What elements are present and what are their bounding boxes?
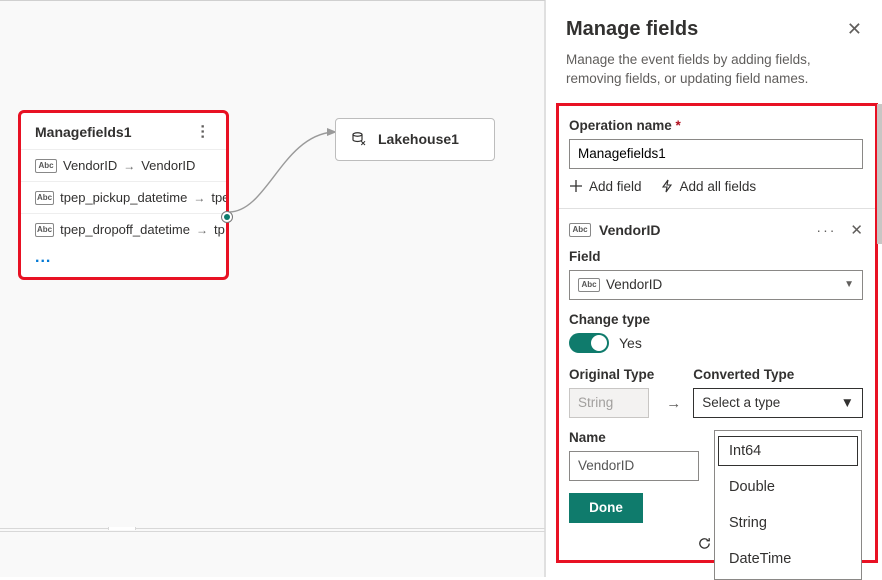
chevron-down-icon: ▼ [841,395,854,410]
panel-subtitle: Manage the event fields by adding fields… [546,45,882,103]
change-type-label: Change type [569,312,863,327]
field-mapping-row: Abc tpep_dropoff_datetime → tp [21,213,226,245]
panel-title: Manage fields [566,18,698,41]
chevron-down-icon: ▼ [844,279,854,290]
converted-type-label: Converted Type [693,367,863,382]
field-dst: VendorID [141,158,195,173]
field-dst: tp [214,222,225,237]
arrow-icon: → [123,159,135,173]
arrow-icon: → [664,395,683,418]
type-badge-icon: Abc [35,191,54,205]
field-mapping-row: Abc VendorID → VendorID [21,149,226,181]
dropdown-option[interactable]: Double [715,469,861,505]
field-src: VendorID [63,158,117,173]
done-button[interactable]: Done [569,493,643,523]
field-src: tpep_dropoff_datetime [60,222,190,237]
type-badge-icon: Abc [569,223,591,237]
dropdown-option[interactable]: String [715,505,861,541]
dropdown-option[interactable]: Int64 [715,433,861,469]
node-managefields[interactable]: Managefields1 … Abc VendorID → VendorID … [20,112,227,278]
name-input[interactable] [569,451,699,481]
design-canvas[interactable]: Managefields1 … Abc VendorID → VendorID … [0,0,545,577]
node-title: Managefields1 [35,124,131,140]
type-badge-icon: Abc [35,223,54,237]
plus-icon [569,179,583,193]
dropdown-option[interactable]: DateTime [715,541,861,577]
original-type-label: Original Type [569,367,654,382]
splitter-handle[interactable] [108,527,136,530]
field-src: tpep_pickup_datetime [60,190,187,205]
node-menu-button[interactable]: … [203,124,209,141]
operation-name-label: Operation name * [569,118,863,133]
converted-type-select[interactable]: Select a type ▼ [693,388,863,418]
close-icon[interactable]: ✕ [847,19,862,40]
field-header-name: VendorID [599,222,660,238]
field-label: Field [569,249,863,264]
node-lakehouse[interactable]: Lakehouse1 [335,118,495,161]
panel-splitter[interactable] [0,528,545,532]
arrow-icon: → [193,191,205,205]
operation-name-input[interactable] [569,139,863,169]
lakehouse-icon [350,130,368,148]
divider [559,208,875,209]
divider [0,0,545,1]
more-rows-ellipsis[interactable]: ... [21,245,226,277]
refresh-icon[interactable] [697,536,712,554]
lightning-icon [660,179,674,193]
change-type-toggle[interactable] [569,333,609,353]
type-badge-icon: Abc [35,159,57,173]
field-dst: tpe [211,190,226,205]
field-more-menu[interactable]: ··· [816,222,836,238]
arrow-icon: → [196,223,208,237]
field-mapping-row: Abc tpep_pickup_datetime → tpe [21,181,226,213]
node-output-port[interactable] [221,211,233,223]
toggle-state-label: Yes [619,335,642,351]
original-type-display: String [569,388,649,418]
add-all-fields-button[interactable]: Add all fields [660,179,757,194]
field-select[interactable]: AbcVendorID ▼ [569,270,863,300]
node-title: Lakehouse1 [378,131,459,147]
remove-field-icon[interactable]: ✕ [850,221,863,239]
add-field-button[interactable]: Add field [569,179,642,194]
type-dropdown[interactable]: Int64 Double String DateTime [714,430,862,580]
type-badge-icon: Abc [578,278,600,292]
connection-edge [227,118,347,228]
scrollbar-thumb[interactable] [877,104,882,244]
